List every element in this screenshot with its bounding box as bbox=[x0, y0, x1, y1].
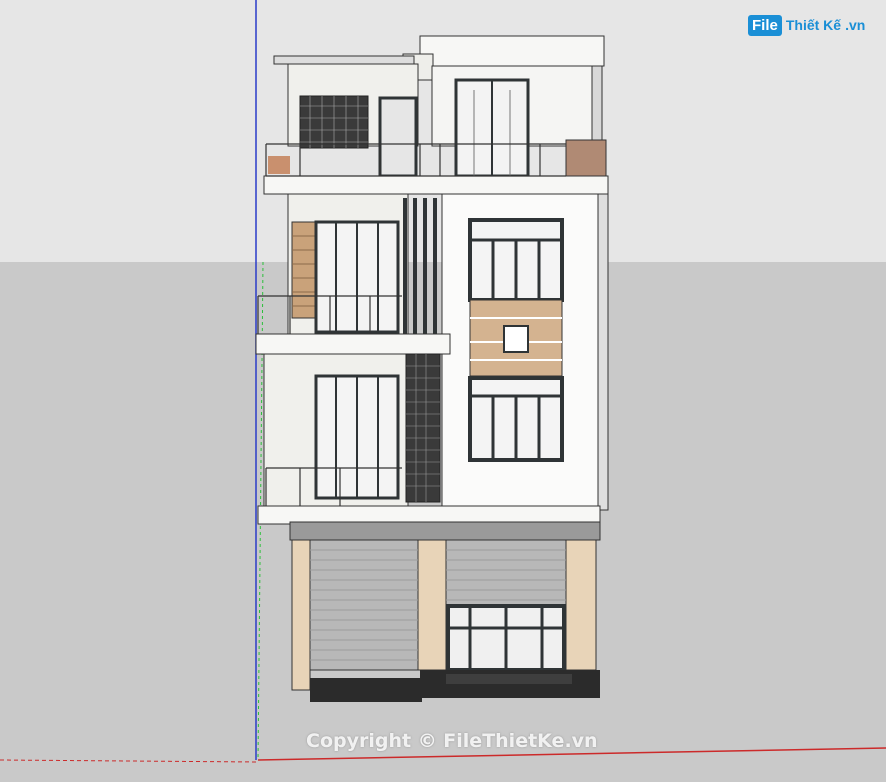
top-floor bbox=[263, 35, 609, 195]
logo-box-label: File bbox=[748, 14, 782, 36]
red-axis-dashed bbox=[0, 759, 259, 763]
copyright-watermark: Copyright © FileThietKe.vn bbox=[306, 730, 598, 752]
brand-logo[interactable]: File Thiết Kế .vn bbox=[748, 12, 865, 38]
ground-floor bbox=[289, 521, 601, 702]
logo-suffix: .vn bbox=[845, 17, 866, 33]
house-model[interactable] bbox=[0, 0, 886, 782]
logo-text: Thiết Kế bbox=[785, 17, 842, 33]
